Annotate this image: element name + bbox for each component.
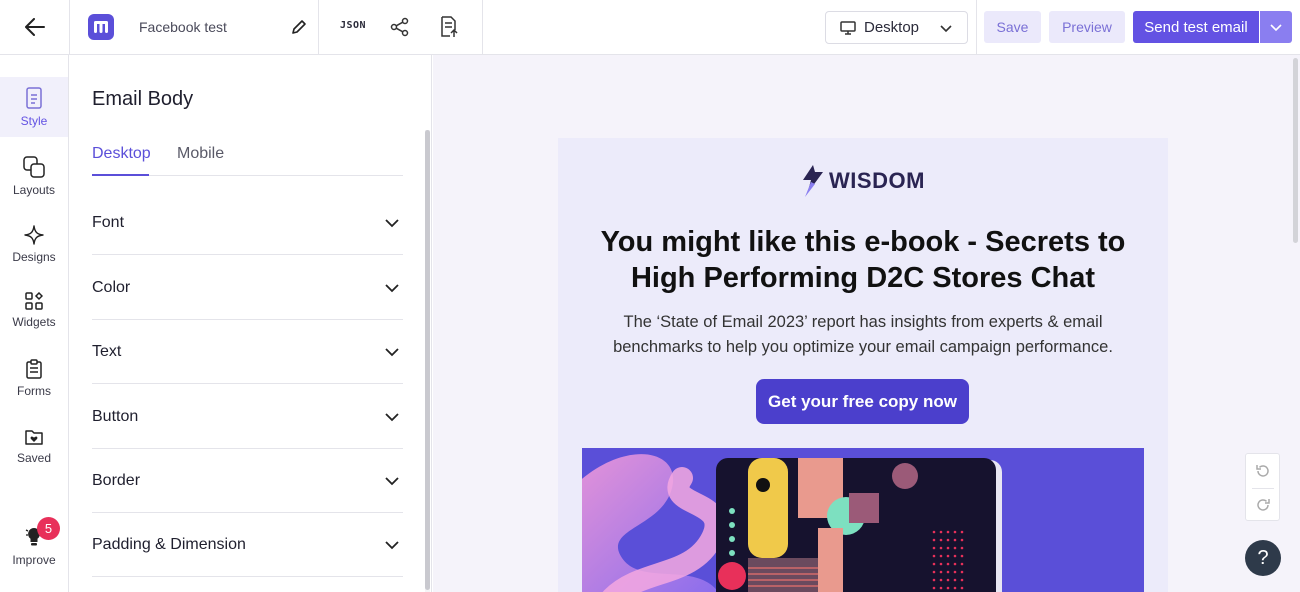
rail-item-label: Designs — [12, 249, 56, 264]
divider — [482, 0, 483, 54]
brand-logo: WISDOM — [558, 164, 1168, 198]
json-button[interactable]: JSON — [340, 20, 366, 31]
section-button[interactable]: Button — [92, 385, 403, 449]
history-controls — [1245, 453, 1280, 521]
device-tabs: Desktop Mobile — [92, 143, 403, 176]
section-label: Text — [92, 342, 122, 360]
rail-item-style[interactable]: Style — [0, 77, 68, 137]
app-logo — [88, 14, 114, 40]
folder-heart-icon — [25, 429, 43, 445]
rail-item-forms[interactable]: Forms — [0, 349, 68, 407]
chevron-down-icon — [385, 477, 399, 486]
section-font[interactable]: Font — [92, 191, 403, 255]
chevron-down-icon — [385, 413, 399, 422]
device-select-value: Desktop — [864, 19, 920, 36]
section-border[interactable]: Border — [92, 449, 403, 513]
device-select[interactable]: Desktop — [825, 11, 968, 44]
widgets-icon — [25, 291, 43, 310]
section-label: Font — [92, 213, 125, 231]
hero-illustration — [582, 448, 1144, 592]
rail-item-label: Layouts — [12, 182, 56, 197]
chevron-down-icon — [385, 219, 399, 228]
divider — [976, 0, 977, 54]
help-button[interactable]: ? — [1245, 540, 1281, 576]
logo-icon — [94, 21, 108, 33]
chevron-down-icon — [1270, 24, 1282, 32]
email-preview[interactable]: WISDOM You might like this e-book - Secr… — [558, 138, 1168, 592]
rail-item-layouts[interactable]: Layouts — [0, 147, 68, 205]
rail-item-saved[interactable]: Saved — [0, 417, 68, 475]
section-label: Button — [92, 407, 139, 425]
notification-badge: 5 — [37, 517, 60, 540]
send-options-button[interactable] — [1260, 11, 1292, 43]
rail-item-label: Widgets — [12, 314, 56, 329]
chevron-down-icon — [385, 284, 399, 293]
section-label: Border — [92, 471, 141, 489]
email-headline: You might like this e-book - Secrets to … — [600, 226, 1126, 294]
forms-clipboard-icon — [26, 358, 42, 379]
document-export-icon[interactable] — [438, 16, 458, 38]
rail-item-label: Style — [20, 113, 48, 128]
email-subtext: The ‘State of Email 2023’ report has ins… — [613, 313, 1113, 356]
email-name[interactable]: Facebook test — [139, 19, 227, 35]
share-icon[interactable] — [390, 17, 410, 37]
panel-scrollbar[interactable] — [425, 130, 430, 590]
tab-desktop[interactable]: Desktop — [92, 145, 151, 163]
section-padding-dimension[interactable]: Padding & Dimension — [92, 513, 403, 577]
section-label: Padding & Dimension — [92, 535, 246, 553]
back-button[interactable] — [0, 0, 70, 54]
monitor-icon — [840, 20, 856, 35]
rail-item-label: Forms — [17, 383, 51, 398]
hero-image — [582, 448, 1144, 592]
rail-item-widgets[interactable]: Widgets — [0, 281, 68, 339]
pencil-icon[interactable] — [290, 18, 308, 36]
tab-mobile[interactable]: Mobile — [177, 145, 224, 163]
email-canvas: WISDOM You might like this e-book - Secr… — [433, 55, 1300, 592]
preview-button[interactable]: Preview — [1049, 11, 1125, 43]
undo-icon[interactable] — [1254, 462, 1272, 480]
chevron-down-icon — [940, 25, 952, 33]
rail-item-label: Saved — [16, 450, 52, 465]
divider — [1252, 488, 1274, 489]
chevron-down-icon — [385, 541, 399, 550]
active-tab-indicator — [92, 174, 149, 176]
rail-item-improve[interactable]: Improve 5 — [0, 515, 68, 577]
sparkle-icon — [24, 224, 44, 245]
send-test-email-button[interactable]: Send test email — [1133, 11, 1259, 43]
section-text[interactable]: Text — [92, 320, 403, 384]
panel-title: Email Body — [92, 88, 194, 110]
section-label: Color — [92, 278, 131, 296]
save-button[interactable]: Save — [984, 11, 1041, 43]
style-document-icon — [26, 86, 42, 109]
left-rail: Style Layouts Designs Widgets Forms Save… — [0, 55, 69, 592]
wisdom-logo-icon — [803, 165, 824, 197]
canvas-scrollbar[interactable] — [1293, 58, 1298, 243]
divider — [318, 0, 319, 54]
section-color[interactable]: Color — [92, 256, 403, 320]
rail-item-label: Improve — [12, 552, 56, 567]
style-panel: Email Body Desktop Mobile Font Color Tex… — [70, 55, 432, 592]
layouts-icon — [23, 155, 45, 178]
brand-name: WISDOM — [829, 168, 925, 193]
redo-icon[interactable] — [1254, 496, 1272, 514]
chevron-down-icon — [385, 348, 399, 357]
top-bar: Facebook test JSON Desktop Save Preview … — [0, 0, 1300, 55]
cta-button[interactable]: Get your free copy now — [756, 379, 969, 424]
rail-item-designs[interactable]: Designs — [0, 215, 68, 273]
arrow-left-icon — [24, 18, 45, 36]
